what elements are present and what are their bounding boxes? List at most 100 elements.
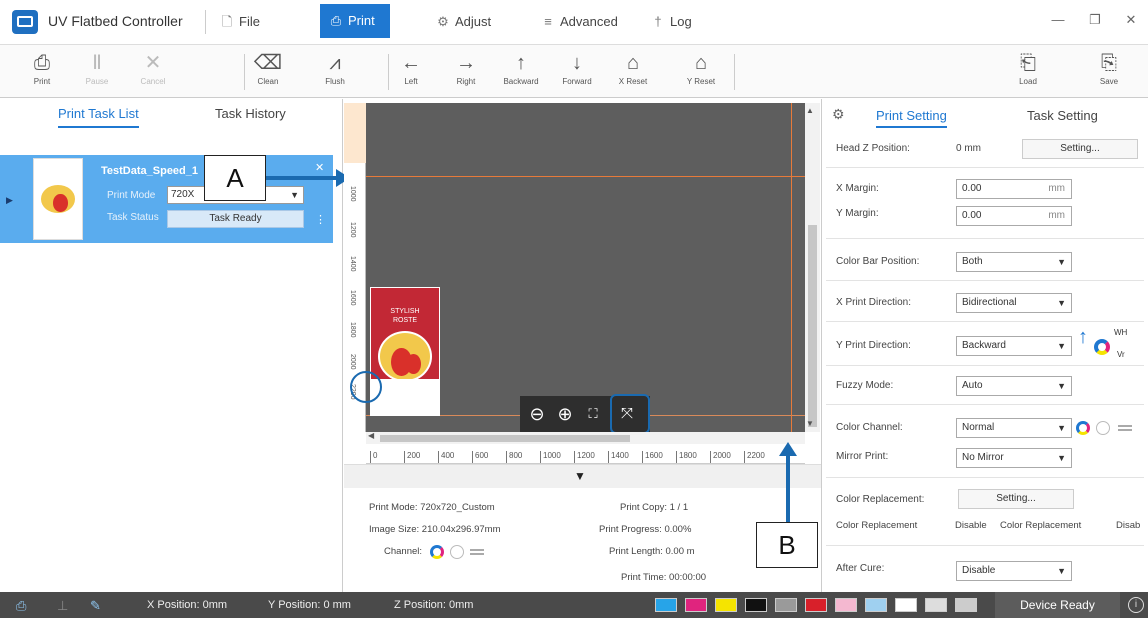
chevron-down-icon: ▼	[1057, 298, 1066, 308]
pause-button-label: Pause	[85, 77, 109, 86]
arrow-right-icon: →	[456, 52, 476, 74]
scroll-left-icon[interactable]: ◀	[368, 431, 374, 440]
color-replacement-status-label: Color Replacement	[1000, 520, 1082, 531]
mirror-print-select[interactable]: No Mirror ▼	[956, 448, 1072, 468]
varnish-channel-icon[interactable]	[1118, 425, 1132, 431]
fuzzy-mode-label: Fuzzy Mode:	[836, 380, 894, 391]
app-logo-icon	[12, 10, 38, 34]
after-cure-select[interactable]: Disable ▼	[956, 561, 1072, 581]
x-direction-value: Bidirectional	[962, 297, 1017, 308]
y-margin-input[interactable]: 0.00 mm	[956, 206, 1072, 226]
thumbnail-text: STYLISH	[47, 163, 69, 169]
print-button[interactable]: ⎙ Print	[18, 48, 66, 96]
artwork-image[interactable]: STYLISH ROSTE	[370, 287, 440, 416]
head-z-setting-button[interactable]: Setting...	[1022, 139, 1138, 159]
print-mode-value: 720X	[171, 189, 195, 200]
color-replacement-status-label: Color Replacement	[836, 520, 918, 531]
mirror-print-label: Mirror Print:	[836, 451, 889, 462]
printer-status-icon[interactable]: ⎙	[16, 598, 26, 614]
color-channel-label: Color Channel:	[836, 422, 903, 433]
tools-icon[interactable]: ✎	[90, 598, 101, 614]
chevron-down-icon: ▼	[1057, 341, 1066, 351]
restore-button[interactable]: ❐	[1080, 8, 1110, 32]
h-tick: 2000	[710, 451, 731, 463]
chevron-down-icon: ▼	[1057, 453, 1066, 463]
color-channel-select[interactable]: Normal ▼	[956, 418, 1072, 438]
forward-button-label: Forward	[562, 77, 592, 86]
left-button[interactable]: ← Left	[387, 48, 435, 96]
settings-gear-icon: ⚙	[832, 106, 845, 122]
h-tick: 2200	[744, 451, 765, 463]
tab-print-task-list[interactable]: Print Task List	[58, 106, 139, 128]
close-icon[interactable]: ✕	[315, 161, 324, 174]
cancel-button[interactable]: ✕ Cancel	[129, 48, 177, 96]
info-channel-label: Channel:	[384, 546, 423, 557]
printer-icon: ⎙	[34, 52, 50, 74]
load-button[interactable]: ⎗ Load	[1004, 48, 1052, 96]
chevron-down-icon: ▼	[1057, 381, 1066, 391]
x-reset-button[interactable]: ⌂ X Reset	[609, 48, 657, 96]
heater-icon[interactable]: ⊥	[57, 598, 68, 614]
scroll-down-icon[interactable]: ▼	[806, 419, 814, 428]
menu-advanced[interactable]: ≡ Advanced	[536, 6, 618, 38]
chevron-down-icon: ▼	[1057, 566, 1066, 576]
fit-screen-icon[interactable]: ⛶	[580, 401, 606, 427]
forward-button[interactable]: ↓ Forward	[553, 48, 601, 96]
save-button-label: Save	[1099, 77, 1119, 86]
task-card[interactable]: ▶ STYLISH TestData_Speed_1 Print Mode 72…	[0, 155, 333, 243]
arrow-down-icon: ↓	[572, 52, 582, 74]
x-direction-label: X Print Direction:	[836, 297, 912, 308]
h-tick: 200	[404, 451, 420, 463]
y-direction-select[interactable]: Backward ▼	[956, 336, 1072, 356]
x-margin-input[interactable]: 0.00 mm	[956, 179, 1072, 199]
tab-task-history[interactable]: Task History	[215, 106, 286, 128]
white-channel-icon[interactable]	[1096, 421, 1110, 435]
menu-print[interactable]: ⎙ Print	[320, 4, 390, 38]
y-reset-button[interactable]: ⌂ Y Reset	[677, 48, 725, 96]
color-bar-select[interactable]: Both ▼	[956, 252, 1072, 272]
collapse-arrow-icon[interactable]: ▼	[574, 469, 586, 483]
unit-label: mm	[1048, 183, 1065, 194]
guide-line	[366, 176, 805, 177]
tab-print-setting[interactable]: Print Setting	[876, 108, 947, 128]
callout-b-arrow	[786, 456, 790, 522]
ink-swatch	[835, 598, 857, 612]
pause-icon: Ⅱ	[92, 52, 102, 74]
more-icon[interactable]: ⋮	[315, 213, 326, 226]
zoom-out-icon[interactable]: ⊖	[524, 401, 550, 427]
flush-icon: ⩘	[329, 52, 341, 74]
task-status-value: Task Ready	[167, 210, 304, 228]
h-tick: 0	[370, 451, 377, 463]
backward-button[interactable]: ↑ Backward	[497, 48, 545, 96]
ink-swatch	[775, 598, 797, 612]
right-button[interactable]: → Right	[442, 48, 490, 96]
menu-file[interactable]: 🗋 File	[215, 6, 260, 38]
v-tick: 1200	[349, 222, 356, 238]
expand-arrow-icon[interactable]: ▶	[6, 195, 13, 206]
tab-task-setting[interactable]: Task Setting	[1027, 108, 1098, 123]
close-button[interactable]: ✕	[1116, 8, 1146, 32]
direction-arrow-icon: ↑	[1078, 326, 1088, 348]
info-icon[interactable]: i	[1128, 597, 1144, 613]
clean-button[interactable]: ⌫ Clean	[244, 48, 292, 96]
menu-log[interactable]: † Log	[646, 6, 691, 38]
flush-button[interactable]: ⩘ Flush	[311, 48, 359, 96]
menu-adjust[interactable]: ⚙ Adjust	[431, 6, 491, 38]
minimize-button[interactable]: —	[1043, 8, 1073, 32]
save-button[interactable]: ⎘ Save	[1085, 48, 1133, 96]
color-replacement-setting-button[interactable]: Setting...	[958, 489, 1074, 509]
vertical-scroll-thumb[interactable]	[808, 225, 817, 427]
fuzzy-mode-select[interactable]: Auto ▼	[956, 376, 1072, 396]
thumbnail-tomato	[53, 194, 68, 212]
horizontal-scroll-thumb[interactable]	[380, 435, 630, 442]
x-direction-select[interactable]: Bidirectional ▼	[956, 293, 1072, 313]
scroll-up-icon[interactable]: ▲	[806, 106, 814, 115]
head-z-label: Head Z Position:	[836, 143, 910, 154]
color-channel-icon[interactable]	[1076, 421, 1090, 435]
zoom-in-icon[interactable]: ⊕	[552, 401, 578, 427]
right-button-label: Right	[456, 77, 476, 86]
callout-b-arrowhead	[779, 442, 797, 456]
info-print-time: Print Time: 00:00:00	[621, 572, 707, 583]
pause-button[interactable]: Ⅱ Pause	[73, 48, 121, 96]
h-tick: 1000	[540, 451, 561, 463]
